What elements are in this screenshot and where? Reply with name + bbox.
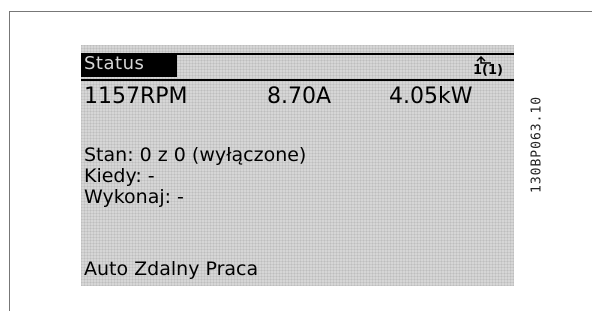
action-line: Wykonaj: -: [84, 186, 184, 208]
menu-level-icon: 1(1): [467, 55, 503, 78]
current-reading: 8.70A: [267, 84, 332, 109]
header-divider: [81, 79, 514, 81]
figure-code-label: 130BP063.10: [529, 95, 545, 193]
status-title: Status: [84, 53, 145, 74]
lcd-display: Status 1(1) 1157RPM 8.70A 4.05kW Stan: 0…: [81, 45, 514, 286]
when-line: Kiedy: -: [84, 165, 155, 187]
top-divider: [177, 53, 514, 55]
power-reading: 4.05kW: [389, 84, 473, 109]
speed-reading: 1157RPM: [84, 84, 188, 109]
menu-level-indicator: 1(1): [473, 63, 503, 78]
mode-line: Auto Zdalny Praca: [84, 258, 259, 280]
state-line: Stan: 0 z 0 (wyłączone): [84, 144, 307, 166]
